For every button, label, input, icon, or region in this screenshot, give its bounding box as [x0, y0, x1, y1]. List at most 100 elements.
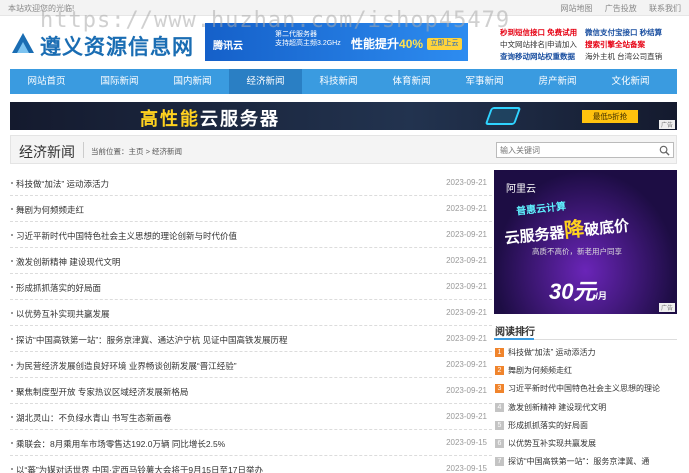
rank-title[interactable]: 形成抓抓落实的好局面 — [508, 420, 676, 431]
nav-item-realestate[interactable]: 房产新闻 — [521, 69, 594, 94]
site-logo[interactable]: 遵义资源信息网 — [10, 28, 193, 59]
list-item[interactable]: 激发创新精神 建设现代文明 2023-09-21 — [10, 248, 492, 274]
ranking-header: 阅读排行 — [494, 320, 677, 340]
news-title[interactable]: 舞剧为何频频走红 — [16, 204, 84, 216]
side-ad-line2-post: 破底价 — [583, 217, 630, 240]
rank-number: 7 — [495, 457, 504, 467]
list-item[interactable]: 习近平新时代中国特色社会主义思想的理论创新与时代价值 2023-09-21 — [10, 222, 492, 248]
promo-link[interactable]: 微信支付宝接口 秒结算 — [585, 27, 662, 39]
news-title[interactable]: 为民营经济发展创造良好环境 业界畅谈创新发展“晋江经验” — [16, 360, 237, 372]
news-title[interactable]: 乘联会：8月乘用车市场零售达192.0万辆 同比增长2.5% — [16, 438, 225, 450]
promo-link[interactable]: 中文网站排名|申请加入 — [500, 39, 577, 51]
news-title[interactable]: 激发创新精神 建设现代文明 — [16, 256, 120, 268]
news-title[interactable]: 以优势互补实现共赢发展 — [16, 308, 110, 320]
rank-item[interactable]: 5 形成抓抓落实的好局面 — [494, 418, 677, 436]
side-ad-line2-pre: 云服务器 — [503, 224, 566, 248]
rank-item[interactable]: 2 舞剧为何频频走红 — [494, 363, 677, 381]
news-title[interactable]: 探访“中国高铁第一站”：服务京津冀、通达沪宁杭 见证中国高铁发展历程 — [16, 334, 288, 346]
cloud-server-banner[interactable]: 高性能云服务器 最低5折抢 广告 — [10, 102, 677, 130]
rank-title[interactable]: 以优势互补实现共赢发展 — [508, 438, 676, 449]
search-icon[interactable] — [659, 145, 670, 156]
divider — [83, 142, 84, 158]
nav-item-sports[interactable]: 体育新闻 — [375, 69, 448, 94]
news-title[interactable]: 湖北灵山：不负绿水青山 书写生态新画卷 — [16, 412, 171, 424]
ad-sub: 第二代服务器 支持超高主频3.2GHz — [275, 30, 341, 48]
aliyun-side-ad[interactable]: 阿里云 普惠云计算 云服务器降破底价 高质不高价，新老用户同享 30元/月 广告 — [494, 170, 677, 314]
ad-headline-text: 性能提升 — [351, 37, 400, 51]
promo-column-2: 微信支付宝接口 秒结算 搜索引擎全站备案 海外主机 台湾公司直销 — [585, 27, 662, 63]
promo-link[interactable]: 秒到短信接口 免费试用 — [500, 27, 577, 39]
news-date: 2023-09-21 — [446, 334, 487, 343]
rank-item[interactable]: 7 探访“中国高铁第一站”：服务京津冀、通 — [494, 454, 677, 472]
rank-title[interactable]: 习近平新时代中国特色社会主义思想的理论 — [508, 383, 676, 394]
list-item[interactable]: 乘联会：8月乘用车市场零售达192.0万辆 同比增长2.5% 2023-09-15 — [10, 430, 492, 456]
promo-column-1: 秒到短信接口 免费试用 中文网站排名|申请加入 查询移动网站权重数据 — [500, 27, 577, 63]
server-chip-icon — [484, 107, 522, 125]
rank-number: 4 — [495, 402, 504, 412]
sitemap-link[interactable]: 网站地图 — [561, 4, 593, 13]
nav-item-culture[interactable]: 文化新闻 — [594, 69, 667, 94]
nav-item-tech[interactable]: 科技新闻 — [302, 69, 375, 94]
list-item[interactable]: 探访“中国高铁第一站”：服务京津冀、通达沪宁杭 见证中国高铁发展历程 2023-0… — [10, 326, 492, 352]
price-value: 30元 — [549, 279, 596, 304]
banner-text-highlight: 高性能 — [140, 109, 200, 129]
search-input[interactable] — [500, 145, 650, 156]
news-title[interactable]: 聚焦制度型开放 专家热议区域经济发展新格局 — [16, 386, 188, 398]
top-ad-banner[interactable]: 腾讯云 第二代服务器 支持超高主频3.2GHz 性能提升40% 立即上云 — [205, 23, 468, 61]
bullet-icon — [11, 338, 13, 340]
rank-title[interactable]: 探访“中国高铁第一站”：服务京津冀、通 — [508, 456, 676, 467]
nav-item-domestic[interactable]: 国内新闻 — [156, 69, 229, 94]
rank-title[interactable]: 激发创新精神 建设现代文明 — [508, 402, 676, 413]
ad-link[interactable]: 广告投放 — [605, 4, 637, 13]
promo-link[interactable]: 查询移动网站权重数据 — [500, 51, 577, 63]
news-title[interactable]: 科技做“加法” 运动添活力 — [16, 178, 109, 190]
ad-brand: 腾讯云 — [213, 41, 243, 52]
list-item[interactable]: 形成抓抓落实的好局面 2023-09-21 — [10, 274, 492, 300]
contact-link[interactable]: 联系我们 — [649, 4, 681, 13]
list-item[interactable]: 聚焦制度型开放 专家热议区域经济发展新格局 2023-09-21 — [10, 378, 492, 404]
bullet-icon — [11, 416, 13, 418]
promo-link[interactable]: 搜索引擎全站备案 — [585, 39, 662, 51]
page-title: 经济新闻 — [19, 144, 75, 160]
welcome-text: 本站欢迎您的光临! — [8, 4, 75, 13]
logo-icon — [12, 33, 34, 53]
bullet-icon — [11, 286, 13, 288]
news-date: 2023-09-21 — [446, 308, 487, 317]
promo-link[interactable]: 海外主机 台湾公司直销 — [585, 51, 662, 63]
list-item[interactable]: 科技做“加法” 运动添活力 2023-09-21 — [10, 170, 492, 196]
nav-item-military[interactable]: 军事新闻 — [448, 69, 521, 94]
aliyun-logo: 阿里云 — [506, 184, 536, 195]
news-title[interactable]: 以“蕃”为媒对话世界 中国·定西马铃薯大会将于9月15日至17日举办 — [16, 464, 263, 473]
rank-item[interactable]: 6 以优势互补实现共赢发展 — [494, 436, 677, 454]
list-item[interactable]: 以优势互补实现共赢发展 2023-09-21 — [10, 300, 492, 326]
news-title[interactable]: 形成抓抓落实的好局面 — [16, 282, 101, 294]
news-date: 2023-09-21 — [446, 230, 487, 239]
news-date: 2023-09-15 — [446, 438, 487, 447]
news-title[interactable]: 习近平新时代中国特色社会主义思想的理论创新与时代价值 — [16, 230, 237, 242]
news-date: 2023-09-21 — [446, 386, 487, 395]
rank-title[interactable]: 科技做“加法” 运动添活力 — [508, 347, 676, 358]
list-item[interactable]: 湖北灵山：不负绿水青山 书写生态新画卷 2023-09-21 — [10, 404, 492, 430]
list-item[interactable]: 以“蕃”为媒对话世界 中国·定西马铃薯大会将于9月15日至17日举办 2023-0… — [10, 456, 492, 473]
news-date: 2023-09-21 — [446, 204, 487, 213]
banner-cta-button[interactable]: 最低5折抢 — [582, 110, 638, 123]
rank-item[interactable]: 4 激发创新精神 建设现代文明 — [494, 400, 677, 418]
rank-item[interactable]: 3 习近平新时代中国特色社会主义思想的理论 — [494, 381, 677, 399]
list-item[interactable]: 舞剧为何频频走红 2023-09-21 — [10, 196, 492, 222]
rank-title[interactable]: 舞剧为何频频走红 — [508, 365, 676, 376]
breadcrumb[interactable]: 当前位置：主页 > 经济新闻 — [91, 146, 182, 157]
side-ad-price: 30元/月 — [549, 274, 607, 306]
nav-item-international[interactable]: 国际新闻 — [83, 69, 156, 94]
ad-sub-line2: 支持超高主频3.2GHz — [275, 40, 341, 47]
nav-item-economy[interactable]: 经济新闻 — [229, 69, 302, 94]
rank-item[interactable]: 1 科技做“加法” 运动添活力 — [494, 345, 677, 363]
news-date: 2023-09-21 — [446, 282, 487, 291]
price-unit: /月 — [595, 291, 607, 301]
news-date: 2023-09-21 — [446, 256, 487, 265]
bullet-icon — [11, 260, 13, 262]
site-name: 遵义资源信息网 — [40, 36, 194, 59]
nav-item-home[interactable]: 网站首页 — [10, 69, 83, 94]
ad-cta-button[interactable]: 立即上云 — [427, 38, 462, 50]
rank-number: 1 — [495, 348, 504, 357]
list-item[interactable]: 为民营经济发展创造良好环境 业界畅谈创新发展“晋江经验” 2023-09-21 — [10, 352, 492, 378]
